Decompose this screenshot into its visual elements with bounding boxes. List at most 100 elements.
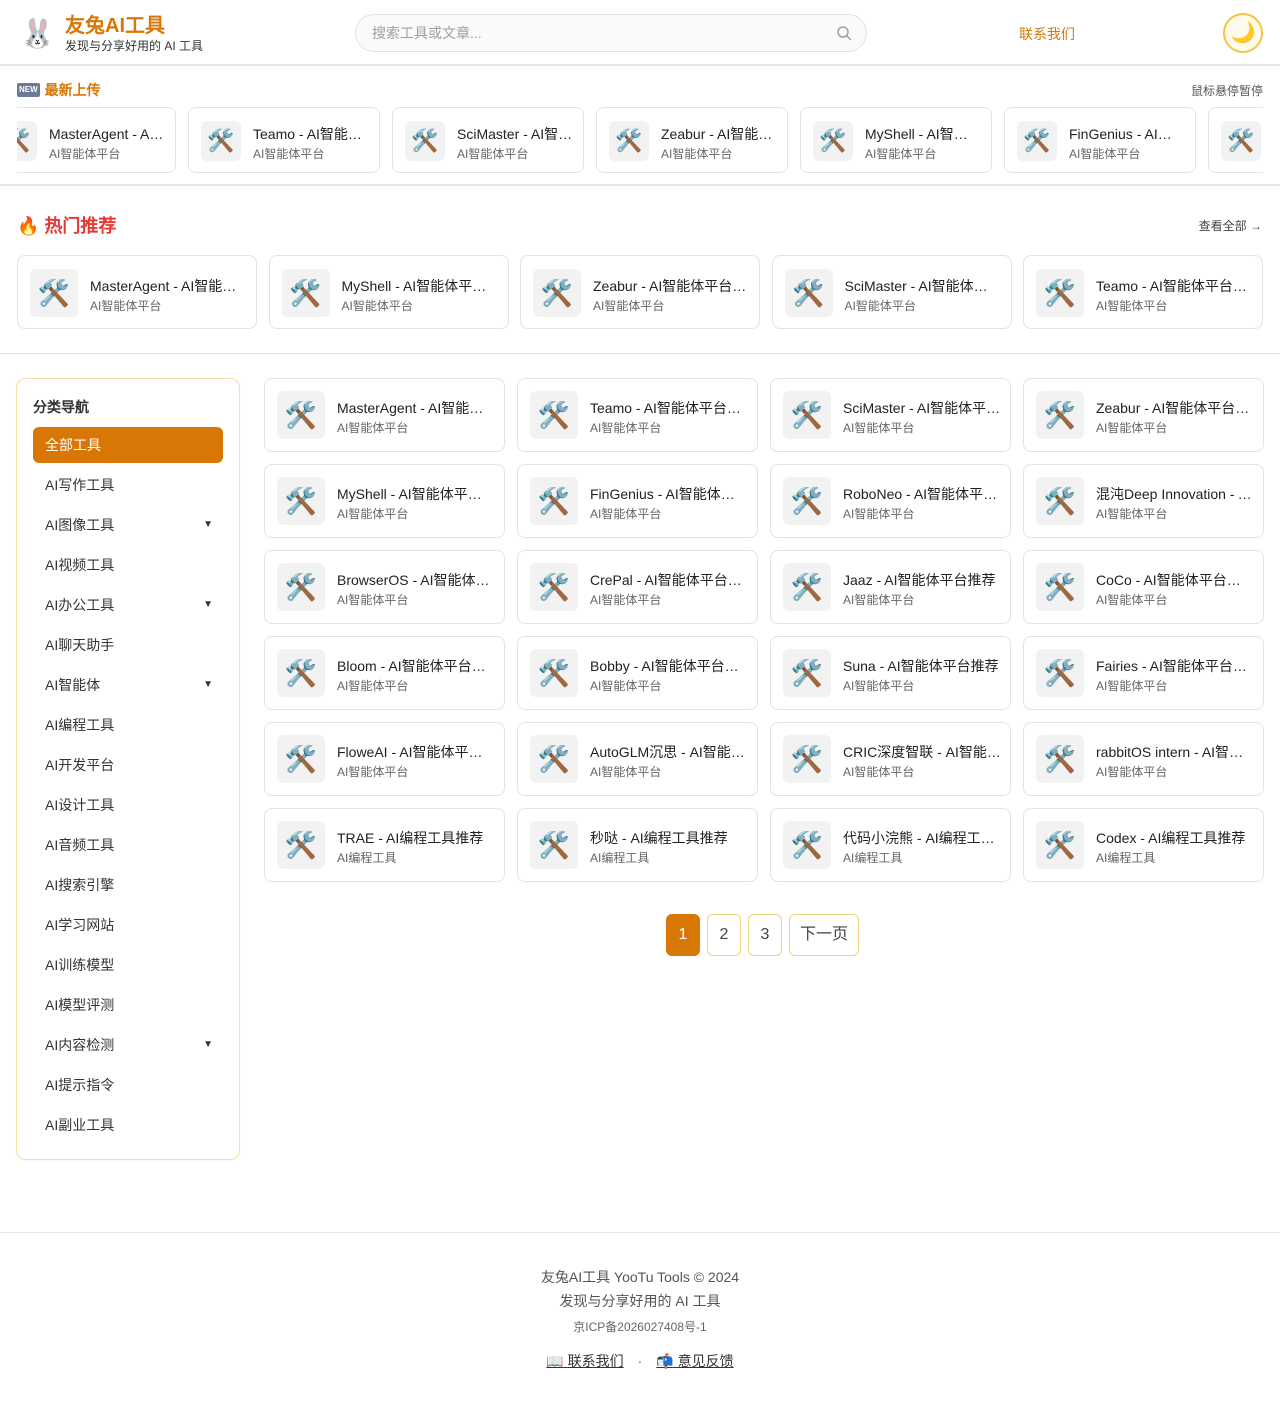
footer-copyright: 友兔AI工具 YooTu Tools © 2024 — [540, 1269, 740, 1285]
tool-card[interactable]: 🛠️ Fairies - AI智能体平台推荐 AI智能体平台 — [1023, 636, 1264, 710]
tool-name: FloweAI - AI智能体平台推荐 — [337, 744, 495, 760]
sidebar-item-label: AI视频工具 — [45, 557, 115, 573]
hot-section: 🔥 热门推荐 查看全部 → 🛠️ MasterAgent - AI智能体平台推荐 A… — [0, 186, 1280, 354]
tool-card[interactable]: 🛠️ MyShell - AI智能体平台推荐 AI智能体平台 — [264, 464, 505, 538]
tool-card[interactable]: 🛠️ Teamo - AI智能体平台推荐 AI智能体平台 — [517, 378, 758, 452]
sidebar-item-label: AI学习网站 — [45, 917, 115, 933]
sidebar-item[interactable]: AI设计工具 — [33, 787, 223, 823]
new-icon: NEW — [17, 83, 40, 97]
tool-card[interactable]: 🛠️ Suna - AI智能体平台推荐 AI智能体平台 — [770, 636, 1011, 710]
sidebar-item[interactable]: AI智能体 ▼ — [33, 667, 223, 703]
latest-uploads-label: 最新上传 — [44, 82, 101, 98]
tool-name: RoboNeo - AI智能体平台推荐 — [843, 486, 1001, 502]
tools-icon: 🛠️ — [784, 269, 833, 317]
sidebar-item[interactable]: AI音频工具 — [33, 827, 223, 863]
tool-category: AI智能体平台 — [590, 593, 662, 607]
expand-arrow-icon[interactable]: ▼ — [203, 1027, 213, 1063]
tool-card[interactable]: 🛠️ Bobby - AI智能体平台推荐 AI智能体平台 — [517, 636, 758, 710]
latest-tool-card[interactable]: 🛠️ FinGenius - AI智能体平台推荐 AI智能体平台 — [1004, 107, 1196, 173]
search-input[interactable] — [372, 15, 812, 51]
expand-arrow-icon[interactable]: ▼ — [203, 667, 213, 703]
page-button[interactable]: 2 — [707, 914, 741, 956]
tools-icon: 🛠️ — [783, 563, 831, 611]
tool-category: AI智能体平台 — [590, 421, 662, 435]
sidebar-item[interactable]: AI聊天助手 — [33, 627, 223, 663]
tool-card[interactable]: 🛠️ Bloom - AI智能体平台推荐 AI智能体平台 — [264, 636, 505, 710]
tool-card[interactable]: 🛠️ FloweAI - AI智能体平台推荐 AI智能体平台 — [264, 722, 505, 796]
tool-card[interactable]: 🛠️ Codex - AI编程工具推荐 AI编程工具 — [1023, 808, 1264, 882]
sidebar-item[interactable]: AI搜索引擎 — [33, 867, 223, 903]
sidebar-item[interactable]: AI副业工具 — [33, 1107, 223, 1143]
tool-card[interactable]: 🛠️ rabbitOS intern - AI智能体平台推荐 AI智能体平台 — [1023, 722, 1264, 796]
tools-icon: 🛠️ — [783, 391, 831, 439]
sidebar-item-label: AI图像工具 — [45, 517, 115, 533]
tools-icon: 🛠️ — [17, 121, 37, 161]
tool-card[interactable]: 🛠️ TRAE - AI编程工具推荐 AI编程工具 — [264, 808, 505, 882]
next-page-button[interactable]: 下一页 — [789, 914, 860, 956]
tool-card[interactable]: 🛠️ CoCo - AI智能体平台推荐 AI智能体平台 — [1023, 550, 1264, 624]
footer-feedback-link[interactable]: 📬 意见反馈 — [656, 1353, 733, 1369]
footer-slogan: 发现与分享好用的 AI 工具 — [559, 1293, 721, 1309]
sidebar-item[interactable]: AI模型评测 — [33, 987, 223, 1023]
tool-card[interactable]: 🛠️ CRIC深度智联 - AI智能体平台推荐 AI智能体平台 — [770, 722, 1011, 796]
tool-category: AI智能体平台 — [661, 147, 733, 161]
sidebar-item[interactable]: AI办公工具 ▼ — [33, 587, 223, 623]
tools-icon: 🛠️ — [530, 649, 578, 697]
sidebar-item[interactable]: AI图像工具 ▼ — [33, 507, 223, 543]
tool-card[interactable]: 🛠️ SciMaster - AI智能体平台推荐 AI智能体平台 — [770, 378, 1011, 452]
latest-tool-card[interactable]: 🛠️ Zeabur - AI智能体平台推荐 AI智能体平台 — [596, 107, 788, 173]
site-logo[interactable]: 🐰 友兔AI工具 发现与分享好用的 AI 工具 — [20, 14, 203, 54]
latest-marquee[interactable]: 🛠️ MasterAgent - AI智能体平台推荐 AI智能体平台 🛠️ Teamo … — [17, 107, 1263, 175]
expand-arrow-icon[interactable]: ▼ — [203, 507, 213, 543]
tool-name: MyShell - AI智能体平台推荐 — [341, 278, 498, 294]
sidebar-item[interactable]: AI写作工具 — [33, 467, 223, 503]
hot-tool-card[interactable]: 🛠️ Zeabur - AI智能体平台推荐 AI智能体平台 — [520, 255, 760, 329]
tool-card[interactable]: 🛠️ MasterAgent - AI智能体平台推荐 AI智能体平台 — [264, 378, 505, 452]
tool-name: FinGenius - AI智能体平台推荐 — [590, 486, 748, 502]
tool-card[interactable]: 🛠️ Jaaz - AI智能体平台推荐 AI智能体平台 — [770, 550, 1011, 624]
sidebar-item[interactable]: AI开发平台 — [33, 747, 223, 783]
tool-card[interactable]: 🛠️ AutoGLM沉思 - AI智能体平台推荐 AI智能体平台 — [517, 722, 758, 796]
hot-tool-card[interactable]: 🛠️ MasterAgent - AI智能体平台推荐 AI智能体平台 — [17, 255, 257, 329]
sidebar-item[interactable]: AI视频工具 — [33, 547, 223, 583]
tool-name: CRIC深度智联 - AI智能体平台推荐 — [843, 744, 1001, 760]
tool-card[interactable]: 🛠️ CrePal - AI智能体平台推荐 AI智能体平台 — [517, 550, 758, 624]
sidebar-item[interactable]: AI学习网站 — [33, 907, 223, 943]
latest-tool-card[interactable]: 🛠️ MasterAgent - AI智能体平台推荐 AI智能体平台 — [17, 107, 176, 173]
footer-icp[interactable]: 京ICP备2026027408号-1 — [0, 1318, 1280, 1335]
moon-icon[interactable]: 🌙 — [1223, 13, 1263, 53]
expand-arrow-icon[interactable]: ▼ — [203, 587, 213, 623]
sidebar-item[interactable]: 全部工具 — [33, 427, 223, 463]
view-all-link[interactable]: 查看全部 → — [1199, 217, 1262, 234]
contact-link[interactable]: 联系我们 — [1019, 24, 1075, 44]
hot-tool-card[interactable]: 🛠️ SciMaster - AI智能体平台推荐 AI智能体平台 — [771, 255, 1012, 329]
tool-card[interactable]: 🛠️ 代码小浣熊 - AI编程工具推荐 AI编程工具 — [770, 808, 1011, 882]
latest-tool-card[interactable]: 🛠️ Teamo - AI智能体平台推荐 AI智能体平台 — [188, 107, 380, 173]
tool-card[interactable]: 🛠️ BrowserOS - AI智能体平台推荐 AI智能体平台 — [264, 550, 505, 624]
page-button[interactable]: 1 — [666, 914, 700, 956]
latest-tool-card[interactable]: 🛠️ MyShell - AI智能体平台推荐 AI智能体平台 — [800, 107, 992, 173]
sidebar-item[interactable]: AI训练模型 — [33, 947, 223, 983]
hot-tool-card[interactable]: 🛠️ MyShell - AI智能体平台推荐 AI智能体平台 — [268, 255, 509, 329]
tools-icon: 🛠️ — [277, 821, 325, 869]
top-header: 🐰 友兔AI工具 发现与分享好用的 AI 工具 联系我们 🌙 — [0, 0, 1280, 66]
page-button[interactable]: 3 — [748, 914, 782, 956]
sidebar-item[interactable]: AI编程工具 — [33, 707, 223, 743]
latest-tool-card[interactable]: 🛠️ SciMaster - AI智能体平台推荐 AI智能体平台 — [392, 107, 584, 173]
tool-card[interactable]: 🛠️ 秒哒 - AI编程工具推荐 AI编程工具 — [517, 808, 758, 882]
hot-tool-card[interactable]: 🛠️ Teamo - AI智能体平台推荐 AI智能体平台 — [1023, 255, 1263, 329]
footer-contact-link[interactable]: 📖 联系我们 — [546, 1353, 623, 1369]
sidebar-item[interactable]: AI内容检测 ▼ — [33, 1027, 223, 1063]
tool-category: AI智能体平台 — [457, 147, 529, 161]
sidebar-item[interactable]: AI提示指令 — [33, 1067, 223, 1103]
tool-category: AI智能体平台 — [341, 299, 413, 313]
tool-card[interactable]: 🛠️ RoboNeo - AI智能体平台推荐 AI智能体平台 — [770, 464, 1011, 538]
latest-tool-card[interactable]: 🛠️RoboNeo - AI智能体平台推荐AI智能体平台 — [1208, 107, 1263, 173]
sidebar-item-label: 全部工具 — [45, 437, 101, 453]
tool-card[interactable]: 🛠️ Zeabur - AI智能体平台推荐 AI智能体平台 — [1023, 378, 1264, 452]
search-icon[interactable] — [836, 25, 852, 41]
tool-card[interactable]: 🛠️ 混沌Deep Innovation - AI智能体平台推荐 AI智能体平台 — [1023, 464, 1264, 538]
tool-name: Fairies - AI智能体平台推荐 — [1096, 658, 1254, 674]
tool-card[interactable]: 🛠️ FinGenius - AI智能体平台推荐 AI智能体平台 — [517, 464, 758, 538]
tool-category: AI智能体平台 — [590, 765, 662, 779]
